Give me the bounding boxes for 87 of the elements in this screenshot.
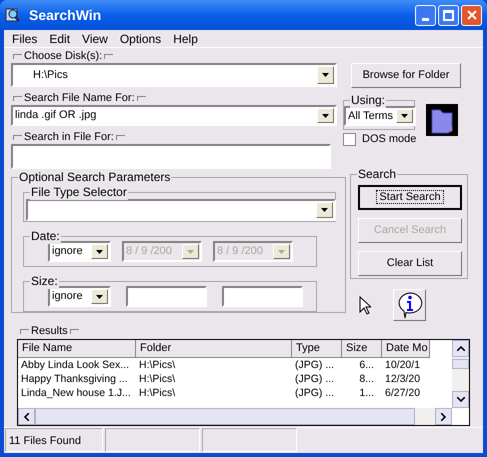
column-header[interactable]: Size (342, 340, 382, 358)
menu-item[interactable]: Files (12, 30, 38, 48)
column-header[interactable]: File Name (18, 340, 136, 358)
group-label: Size: (30, 273, 59, 289)
label-bracket-icon (13, 96, 22, 101)
scroll-up-icon[interactable] (452, 340, 469, 357)
menu-item[interactable]: Options (120, 30, 162, 48)
scroll-left-icon[interactable] (18, 408, 35, 425)
dropdown-arrow-button[interactable] (317, 108, 334, 123)
table-cell-text: Happy Thanksgiving ... (20, 372, 129, 386)
dropdown-arrow-button[interactable] (91, 244, 108, 259)
field-label: Search File Name For: (24, 91, 135, 105)
search-text-field[interactable] (11, 144, 331, 169)
status-text: 11 Files Found (5, 428, 103, 452)
scroll-down-icon[interactable] (452, 391, 469, 408)
column-header[interactable]: Type (292, 340, 342, 358)
table-cell-text: Linda_New house 1.J... (20, 386, 132, 400)
dropdown-arrow-button[interactable] (317, 66, 334, 84)
folder-icon (426, 104, 458, 136)
field-label: Search in File For: (24, 130, 114, 144)
using-combo[interactable]: All Terms (344, 106, 416, 126)
label-bracket-icon (70, 329, 79, 334)
section-label: Results (31, 324, 68, 338)
label-bracket-icon (20, 329, 29, 334)
table-cell-text: H:\Pics\ (138, 386, 176, 400)
action-button[interactable]: Clear List (358, 251, 462, 276)
group-label: File Type Selector (30, 184, 128, 200)
file-type-combo[interactable] (26, 199, 336, 221)
close-icon (466, 10, 476, 20)
caret-icon (96, 294, 103, 298)
table-cell-text: H:\Pics\ (138, 372, 176, 386)
minimize-icon (422, 18, 429, 20)
caret-icon (96, 250, 103, 254)
file-name-combo[interactable]: linda .gif OR .jpg (11, 105, 337, 126)
pointer-icon (359, 296, 371, 314)
size-min-field[interactable] (126, 286, 207, 307)
checkbox-label: DOS mode (362, 132, 416, 147)
table-cell-text: 10/20/1 (384, 358, 422, 372)
caret-icon (187, 250, 194, 254)
scroll-thumb[interactable] (452, 359, 469, 369)
label-bracket-icon (136, 96, 146, 101)
browse-button[interactable]: Browse for Folder (351, 63, 461, 88)
maximize-button[interactable] (438, 4, 459, 26)
table-cell-text: H:\Pics\ (138, 358, 176, 372)
magnifier-app-icon (5, 7, 21, 23)
table-cell-text: (JPG) ... (294, 372, 336, 386)
table-cell-text: (JPG) ... (294, 358, 336, 372)
vertical-scrollbar[interactable] (452, 340, 469, 408)
caret-icon (401, 114, 408, 118)
group-label: Optional Search Parameters (18, 169, 172, 185)
label-bracket-icon (13, 54, 22, 59)
info-button[interactable] (393, 289, 426, 321)
menu-item[interactable]: View (82, 30, 108, 48)
info-bubble-icon (396, 291, 424, 319)
scroll-right-icon[interactable] (435, 408, 452, 425)
window-title: SearchWin (29, 6, 102, 24)
label-bracket-icon (104, 54, 114, 59)
column-header[interactable]: Folder (136, 340, 292, 358)
dropdown-arrow-button[interactable] (91, 289, 108, 304)
table-cell-text: 8... (358, 372, 375, 386)
size-mode-combo[interactable]: ignore (48, 286, 111, 307)
dropdown-arrow-button[interactable] (316, 202, 333, 218)
action-button[interactable]: Start Search (358, 185, 462, 210)
group-label: Using: (350, 92, 386, 108)
table-cell-text: 12/3/20 (384, 372, 422, 386)
dropdown-arrow-button[interactable] (396, 109, 414, 123)
size-max-field[interactable] (222, 286, 303, 307)
menu-item[interactable]: Edit (49, 30, 70, 48)
table-cell-text: 6/27/20 (384, 386, 422, 400)
field-label: Choose Disk(s): (24, 49, 102, 63)
close-button[interactable] (461, 4, 482, 26)
caret-icon (322, 73, 329, 77)
maximize-icon (443, 10, 454, 20)
dos-mode-checkbox[interactable] (343, 132, 356, 146)
table-cell-text: 1... (358, 386, 375, 400)
label-bracket-icon (116, 135, 125, 140)
label-bracket-icon (13, 135, 22, 140)
table-cell-text: (JPG) ... (294, 386, 336, 400)
disk-combo[interactable]: H:\Pics (11, 63, 337, 87)
menu-item[interactable]: Help (173, 30, 198, 48)
caret-icon (322, 114, 329, 118)
minimize-button[interactable] (415, 4, 436, 26)
caret-icon (321, 208, 328, 212)
table-cell-text: Abby Linda Look Sex... (20, 358, 130, 372)
column-header[interactable]: Date Mo (382, 340, 430, 358)
caret-icon (278, 250, 285, 254)
table-cell-text: 6... (358, 358, 375, 372)
